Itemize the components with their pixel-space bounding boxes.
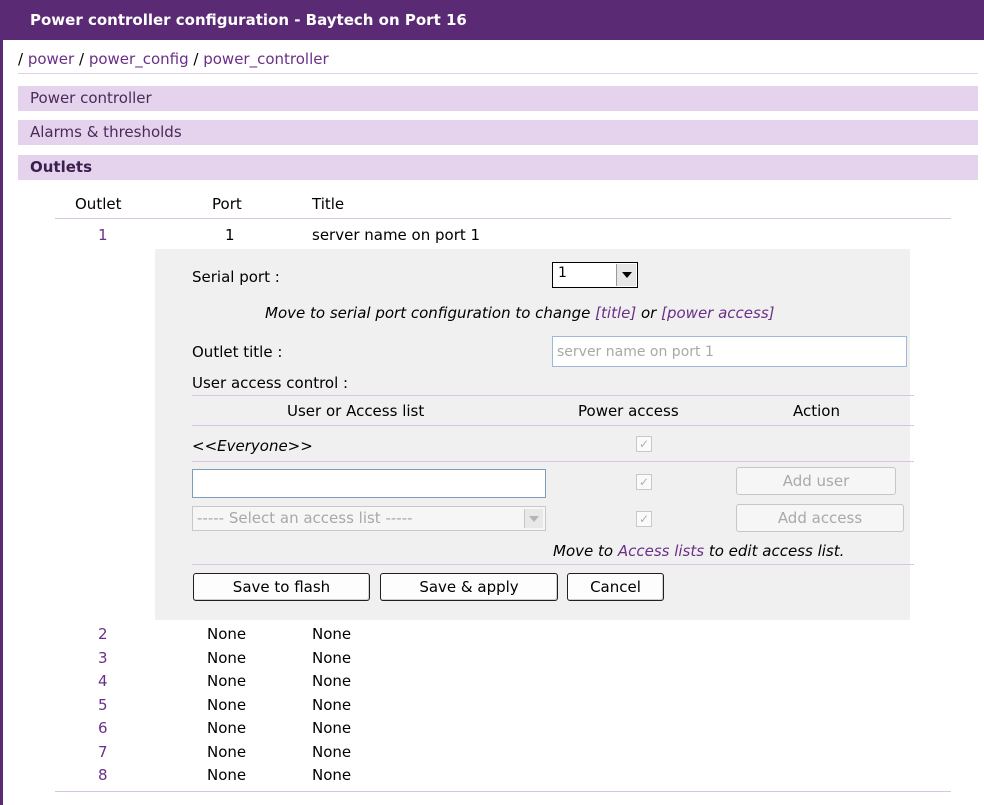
breadcrumb-power-controller-link[interactable]: power_controller — [203, 50, 328, 68]
access-list-power-access-checkbox: ✓ — [636, 511, 652, 527]
serial-port-note-text: Move to serial port configuration to cha… — [265, 304, 591, 322]
outlet-7-port: None — [207, 743, 247, 761]
outlet-5-title: None — [312, 696, 352, 714]
table-bottom-divider — [55, 791, 951, 792]
access-lists-link[interactable]: Access lists — [618, 542, 704, 560]
title-link[interactable]: [title] — [595, 304, 636, 322]
outlet-7-title: None — [312, 743, 352, 761]
access-list-select[interactable]: ----- Select an access list ----- — [192, 506, 546, 531]
add-user-button[interactable]: Add user — [736, 467, 896, 495]
access-table-bottom-divider — [192, 564, 914, 565]
user-input[interactable] — [192, 469, 546, 498]
outlet-4-port: None — [207, 672, 247, 690]
column-header-outlet: Outlet — [75, 195, 122, 213]
cancel-button[interactable]: Cancel — [567, 573, 664, 601]
outlet-3-title: None — [312, 649, 352, 667]
chevron-down-icon — [524, 509, 543, 528]
breadcrumb-separator: / — [193, 50, 199, 68]
user-access-control-label: User access control : — [192, 374, 349, 392]
add-access-button[interactable]: Add access — [736, 504, 904, 532]
serial-port-select[interactable]: 1 — [552, 262, 638, 288]
breadcrumb-power-config-link[interactable]: power_config — [89, 50, 189, 68]
section-power-controller[interactable]: Power controller — [18, 86, 978, 111]
outlet-4-title: None — [312, 672, 352, 690]
breadcrumb-power-link[interactable]: power — [28, 50, 74, 68]
table-header-divider — [55, 218, 951, 219]
move-to-text: Move to — [553, 542, 614, 560]
outlet-6-link[interactable]: 6 — [98, 719, 108, 737]
outlet-2-link[interactable]: 2 — [98, 625, 108, 643]
breadcrumb-divider — [18, 73, 978, 74]
column-header-power-access: Power access — [578, 402, 679, 420]
serial-port-label: Serial port : — [192, 268, 280, 286]
outlet-8-link[interactable]: 8 — [98, 766, 108, 784]
outlet-1-title: server name on port 1 — [312, 226, 481, 244]
outlet-3-link[interactable]: 3 — [98, 649, 108, 667]
access-table-top-divider — [192, 395, 914, 396]
access-table-row-divider — [192, 461, 914, 462]
outlet-title-input[interactable] — [552, 336, 907, 367]
column-header-title: Title — [312, 195, 345, 213]
access-table-header-divider — [192, 425, 914, 426]
page-title: Power controller configuration - Baytech… — [0, 0, 984, 40]
outlet-1-port: 1 — [225, 226, 235, 244]
serial-port-note: Move to serial port configuration to cha… — [265, 304, 775, 322]
access-lists-note: Move to Access lists to edit access list… — [553, 542, 844, 560]
outlet-5-link[interactable]: 5 — [98, 696, 108, 714]
edit-access-list-text: to edit access list. — [708, 542, 845, 560]
outlet-title-label: Outlet title : — [192, 343, 283, 361]
outlet-7-link[interactable]: 7 — [98, 743, 108, 761]
column-header-user-or-access-list: User or Access list — [287, 402, 425, 420]
breadcrumb: / power / power_config / power_controlle… — [18, 50, 329, 68]
outlet-3-port: None — [207, 649, 247, 667]
breadcrumb-separator: / — [18, 50, 24, 68]
outlet-6-title: None — [312, 719, 352, 737]
outlet-1-link[interactable]: 1 — [98, 226, 108, 244]
section-outlets[interactable]: Outlets — [18, 155, 978, 180]
section-alarms-thresholds[interactable]: Alarms & thresholds — [18, 120, 978, 145]
access-list-select-value: ----- Select an access list ----- — [197, 509, 413, 527]
column-header-port: Port — [212, 195, 242, 213]
chevron-down-icon — [616, 264, 636, 286]
everyone-power-access-checkbox: ✓ — [636, 436, 652, 452]
outlet-8-title: None — [312, 766, 352, 784]
outlet-8-port: None — [207, 766, 247, 784]
column-header-action: Action — [793, 402, 840, 420]
outlet-4-link[interactable]: 4 — [98, 672, 108, 690]
outlet-2-title: None — [312, 625, 352, 643]
save-to-flash-button[interactable]: Save to flash — [193, 573, 370, 601]
outlet-5-port: None — [207, 696, 247, 714]
everyone-label: <<Everyone>> — [192, 437, 313, 455]
outlet-2-port: None — [207, 625, 247, 643]
or-text: or — [640, 304, 657, 322]
user-power-access-checkbox: ✓ — [636, 474, 652, 490]
serial-port-value: 1 — [558, 265, 567, 281]
outlet-6-port: None — [207, 719, 247, 737]
save-and-apply-button[interactable]: Save & apply — [380, 573, 558, 601]
power-access-link[interactable]: [power access] — [661, 304, 774, 322]
breadcrumb-separator: / — [79, 50, 85, 68]
